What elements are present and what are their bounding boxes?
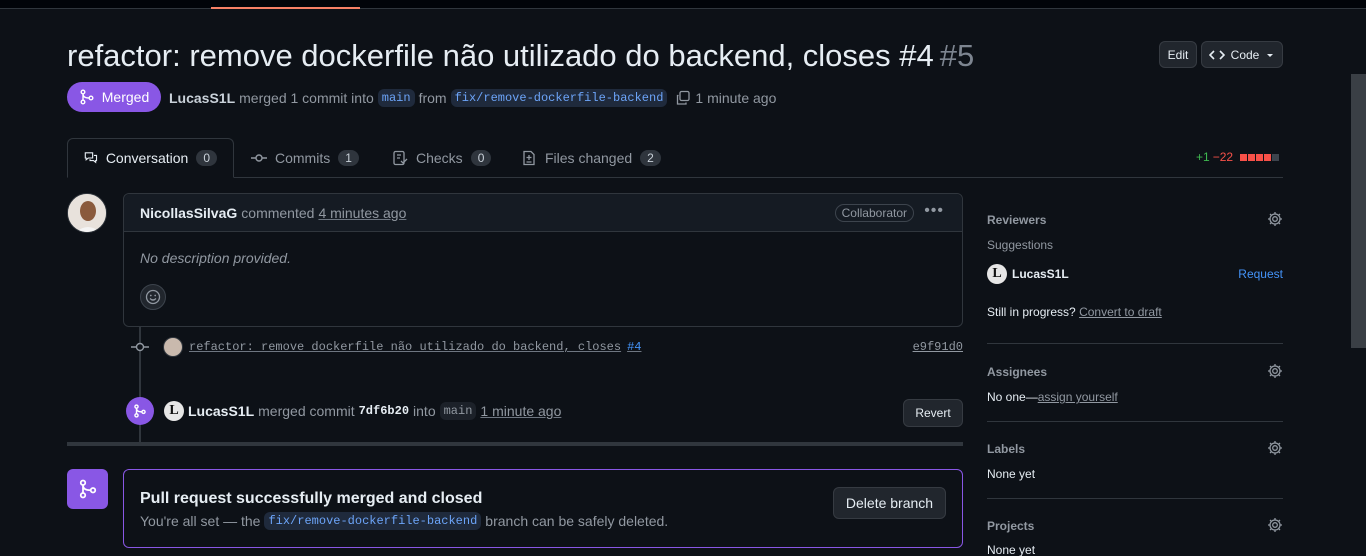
user-avatar-image (68, 194, 106, 232)
page-scrollbar[interactable] (1351, 74, 1366, 348)
comment-author[interactable]: NicollasSilvaG (140, 205, 237, 221)
deletions-count: −22 (1212, 150, 1234, 164)
tab-conversation[interactable]: Conversation 0 (67, 138, 234, 178)
page-title: refactor: remove dockerfile não utilizad… (67, 38, 975, 73)
code-dropdown-button[interactable]: Code (1201, 41, 1283, 68)
convert-to-draft-link[interactable]: Convert to draft (1079, 305, 1162, 319)
avatar[interactable] (163, 337, 183, 357)
commit-icon (251, 154, 267, 162)
tab-counter: 2 (640, 150, 661, 166)
active-nav-indicator (211, 7, 360, 9)
pr-number: #5 (939, 38, 975, 73)
merge-event: L LucasS1L merged commit 7df6b20 into ma… (164, 401, 561, 421)
commit-icon (131, 338, 149, 356)
checklist-icon (393, 150, 408, 166)
comment-time[interactable]: 4 minutes ago (318, 205, 406, 221)
comment-body: No description provided. (140, 250, 291, 266)
delete-branch-button[interactable]: Delete branch (833, 487, 946, 519)
draft-hint: Still in progress? Convert to draft (987, 305, 1162, 319)
merge-status-title: Pull request successfully merged and clo… (140, 490, 483, 507)
kebab-menu-icon[interactable]: ••• (924, 202, 944, 220)
tab-counter: 0 (196, 150, 217, 166)
labels-value: None yet (987, 467, 1036, 481)
smiley-icon (145, 289, 161, 305)
commit-message[interactable]: refactor: remove dockerfile não utilizad… (189, 340, 641, 354)
tab-counter: 0 (470, 150, 492, 166)
sidebar-projects-heading[interactable]: Projects (987, 517, 1283, 537)
merge-commit-sha[interactable]: 7df6b20 (359, 404, 409, 418)
head-branch[interactable]: fix/remove-dockerfile-backend (264, 512, 482, 530)
merge-status-icon (67, 469, 108, 509)
comment-header: NicollasSilvaG commented 4 minutes ago C… (124, 194, 962, 232)
avatar[interactable] (67, 193, 107, 233)
gear-icon[interactable] (1267, 211, 1283, 227)
status-badge: Merged (67, 82, 161, 112)
caret-down-icon (1267, 53, 1274, 57)
reviewer-name[interactable]: LucasS1L (1012, 267, 1069, 281)
issue-link[interactable]: #4 (627, 340, 641, 354)
sidebar-assignees-heading[interactable]: Assignees (987, 363, 1283, 383)
author-link[interactable]: LucasS1L (169, 90, 235, 106)
commit-item: refactor: remove dockerfile não utilizad… (131, 336, 963, 358)
copy-icon[interactable] (675, 90, 691, 106)
suggested-reviewer: L LucasS1L Request (987, 264, 1283, 284)
sidebar-labels-heading[interactable]: Labels (987, 440, 1283, 460)
merge-time[interactable]: 1 minute ago (480, 403, 561, 419)
sidebar-reviewers-heading[interactable]: Reviewers (987, 211, 1283, 231)
merge-author[interactable]: LucasS1L (188, 403, 254, 419)
merge-branch[interactable]: main (439, 402, 477, 420)
suggestions-label: Suggestions (987, 238, 1054, 252)
merge-icon (80, 89, 94, 105)
tabs-divider (67, 177, 1283, 178)
code-icon (1208, 49, 1225, 60)
additions-count: +1 (1196, 150, 1210, 164)
sidebar-divider (987, 343, 1283, 344)
tab-commits[interactable]: Commits 1 (251, 138, 359, 178)
tab-checks[interactable]: Checks 0 (392, 138, 492, 178)
gear-icon[interactable] (1267, 440, 1283, 456)
request-review-link[interactable]: Request (1238, 267, 1283, 281)
revert-button[interactable]: Revert (903, 399, 963, 427)
timeline-separator (67, 442, 963, 446)
edit-title-button[interactable]: Edit (1159, 41, 1197, 68)
comment-box: NicollasSilvaG commented 4 minutes ago C… (123, 193, 963, 327)
commit-sha[interactable]: e9f91d0 (913, 340, 963, 354)
sidebar-divider (987, 498, 1283, 499)
tab-counter: 1 (338, 150, 359, 166)
file-diff-icon (523, 150, 535, 166)
avatar[interactable]: L (987, 264, 1007, 284)
gear-icon[interactable] (1267, 363, 1283, 379)
merge-status-message: You're all set — the fix/remove-dockerfi… (140, 512, 669, 530)
merge-event-icon (126, 397, 154, 425)
conversation-icon (84, 152, 98, 164)
role-badge: Collaborator (834, 204, 914, 222)
assignees-value: No one—assign yourself (987, 390, 1118, 404)
gear-icon[interactable] (1267, 517, 1283, 533)
projects-value: None yet (987, 543, 1036, 556)
sidebar-divider (987, 421, 1283, 422)
pr-time: 1 minute ago (695, 90, 777, 106)
diffstat: +1 −22 (1196, 150, 1280, 164)
base-branch[interactable]: main (377, 89, 415, 107)
avatar[interactable]: L (164, 401, 184, 421)
tab-files-changed[interactable]: Files changed 2 (521, 138, 661, 178)
assign-yourself-link[interactable]: assign yourself (1038, 390, 1118, 404)
top-nav-bar (0, 0, 1366, 9)
pr-meta: LucasS1L merged 1 commit into main from … (169, 89, 777, 107)
head-branch[interactable]: fix/remove-dockerfile-backend (450, 89, 668, 107)
add-reaction-button[interactable] (140, 284, 166, 310)
